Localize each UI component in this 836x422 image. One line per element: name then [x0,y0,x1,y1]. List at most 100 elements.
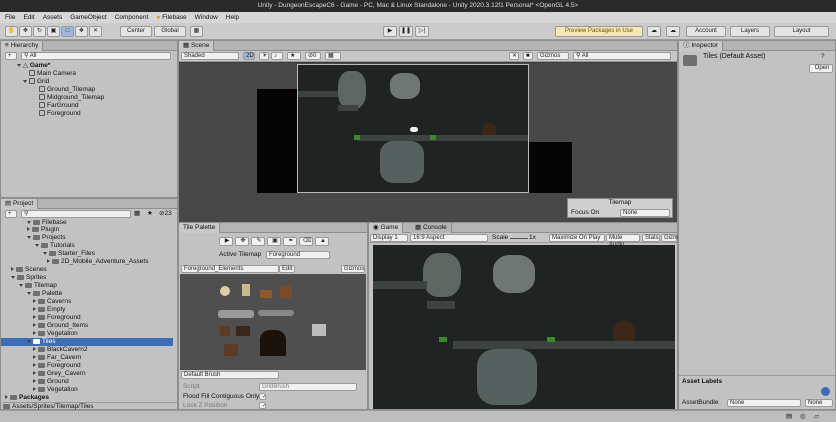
collab-icon[interactable]: ☁ [647,26,661,37]
account-dropdown[interactable]: Account [686,26,726,37]
project-search-input[interactable]: ⚲ [21,210,131,218]
scene-viewport[interactable]: Tilemap Focus On None [179,63,677,222]
tile-item[interactable] [258,310,294,316]
hierarchy-item[interactable]: Ground_Tilemap [39,86,95,94]
project-folder[interactable]: 2D_Mobile_Adventure_Assets [47,258,148,266]
open-button[interactable]: Open [809,64,833,73]
effects-icon[interactable]: ★ [287,52,301,60]
project-folder[interactable]: Empty [33,306,65,314]
project-folder[interactable]: Grey_Cavern [33,370,86,378]
tile-item[interactable] [224,344,238,356]
box-fill-icon[interactable]: ▣ [267,237,281,246]
hierarchy-search-input[interactable]: ⚲ All [21,52,171,60]
tools-icon[interactable]: ✕ [509,52,519,60]
menu-file[interactable]: File [5,14,15,21]
menu-gameobject[interactable]: GameObject [70,14,107,21]
project-folder[interactable]: Tutorials [35,242,75,250]
eraser-icon[interactable]: ⌫ [299,237,313,246]
project-folder-selected[interactable]: Tiles [1,338,173,346]
layers-dropdown[interactable]: Layers [730,26,770,37]
project-folder[interactable]: BlackCavern2 [33,346,87,354]
project-folder[interactable]: Caverns [33,298,71,306]
menu-assets[interactable]: Assets [43,14,63,21]
gizmos-button[interactable]: Gizmos [341,265,365,273]
project-folder[interactable]: Ground_Items [33,322,88,330]
hierarchy-item[interactable]: Main Camera [29,70,76,78]
game-view[interactable] [373,245,675,409]
project-folder[interactable]: Foreground [33,314,81,322]
project-folder[interactable]: Starter_Files [43,250,95,258]
tab-project[interactable]: ▤ Project [1,199,39,209]
console-icon[interactable]: ▤ [786,413,792,421]
active-tilemap-dropdown[interactable]: Foreground [266,251,330,259]
gizmos-dropdown[interactable]: Gizmos [537,52,569,60]
project-folder[interactable]: Sprites [11,274,46,282]
aspect-dropdown[interactable]: 16:9 Aspect [410,234,488,242]
menu-edit[interactable]: Edit [23,14,34,21]
focus-dropdown[interactable]: None [620,209,670,217]
project-folder[interactable]: Far_Cavern [33,354,81,362]
palette-grid[interactable] [180,274,366,370]
menu-component[interactable]: Component [115,14,149,21]
transform-tool-icon[interactable]: ❖ [75,26,88,37]
edit-button[interactable]: Edit [279,265,295,273]
tile-item[interactable] [280,286,292,298]
create-button[interactable]: + [5,210,17,218]
snap-icon[interactable]: ▦ [190,26,203,37]
progress-icon[interactable]: ◎ [800,413,806,421]
palette-dropdown[interactable]: Foreground_Elements [181,265,279,273]
cloud-icon[interactable]: ☁ [666,26,680,37]
lighting-icon[interactable]: ☀ [259,52,269,60]
tab-hierarchy[interactable]: ≡ Hierarchy [1,41,44,51]
mute-audio-toggle[interactable]: Mute Audio [606,234,640,248]
label-icon[interactable] [821,387,830,396]
camera-icon[interactable]: ■ [523,52,533,60]
select-tool-icon[interactable]: ▶ [219,237,233,246]
tile-item[interactable] [242,284,250,296]
favorite-icon[interactable]: ★ [147,210,153,218]
shading-dropdown[interactable]: Shaded [181,52,239,60]
fill-icon[interactable]: ▲ [315,237,329,246]
tile-item[interactable] [260,330,286,356]
tile-item[interactable] [312,324,326,336]
stats-toggle[interactable]: Stats [642,234,660,242]
tab-inspector[interactable]: ⓘ Inspector [679,41,724,51]
hierarchy-item[interactable]: Foreground [39,110,81,118]
pivot-toggle[interactable]: Center [120,26,152,37]
scene-root[interactable]: △ Game* [17,62,50,70]
picker-icon[interactable]: ✒ [283,237,297,246]
tile-item[interactable] [220,286,230,296]
filter-icon[interactable]: ▦ [134,210,140,218]
move-tool-icon[interactable]: ✥ [235,237,249,246]
project-folder[interactable]: Scenes [11,266,47,274]
step-button[interactable]: ▷| [415,26,429,37]
hidden-objects-toggle[interactable]: ⊘0 [305,52,321,60]
gizmos-toggle[interactable]: Gizm [661,234,678,242]
scale-slider[interactable] [510,238,528,239]
tile-item[interactable] [218,310,254,318]
brush-dropdown[interactable]: Default Brush [181,371,279,379]
tab-game[interactable]: ◉ Game [369,223,404,233]
rect-tool-icon[interactable]: □ [61,26,74,37]
tile-item[interactable] [236,326,250,336]
grid-icon[interactable]: ▦ [325,52,341,60]
paint-brush-icon[interactable]: ✎ [251,237,265,246]
add-button[interactable]: + [5,52,17,60]
asset-bundle-dropdown[interactable]: None [727,399,801,407]
project-folder[interactable]: Palette [27,290,62,298]
project-folder[interactable]: Vegetation [33,330,78,338]
hand-tool-icon[interactable]: ✋ [5,26,18,37]
rotate-tool-icon[interactable]: ↻ [33,26,46,37]
network-icon[interactable]: ▱ [814,413,819,421]
project-folder[interactable]: Tilemap [19,282,57,290]
display-dropdown[interactable]: Display 1 [370,234,408,242]
space-toggle[interactable]: Global [154,26,186,37]
tile-item[interactable] [220,326,230,336]
custom-tool-icon[interactable]: ✕ [89,26,102,37]
asset-variant-dropdown[interactable]: None [805,399,833,407]
packages-folder[interactable]: Packages [5,394,49,402]
play-button[interactable]: ▶ [383,26,397,37]
tile-item[interactable] [260,290,272,298]
2d-toggle[interactable]: 2D [243,52,255,60]
hierarchy-item[interactable]: Midground_Tilemap [39,94,104,102]
